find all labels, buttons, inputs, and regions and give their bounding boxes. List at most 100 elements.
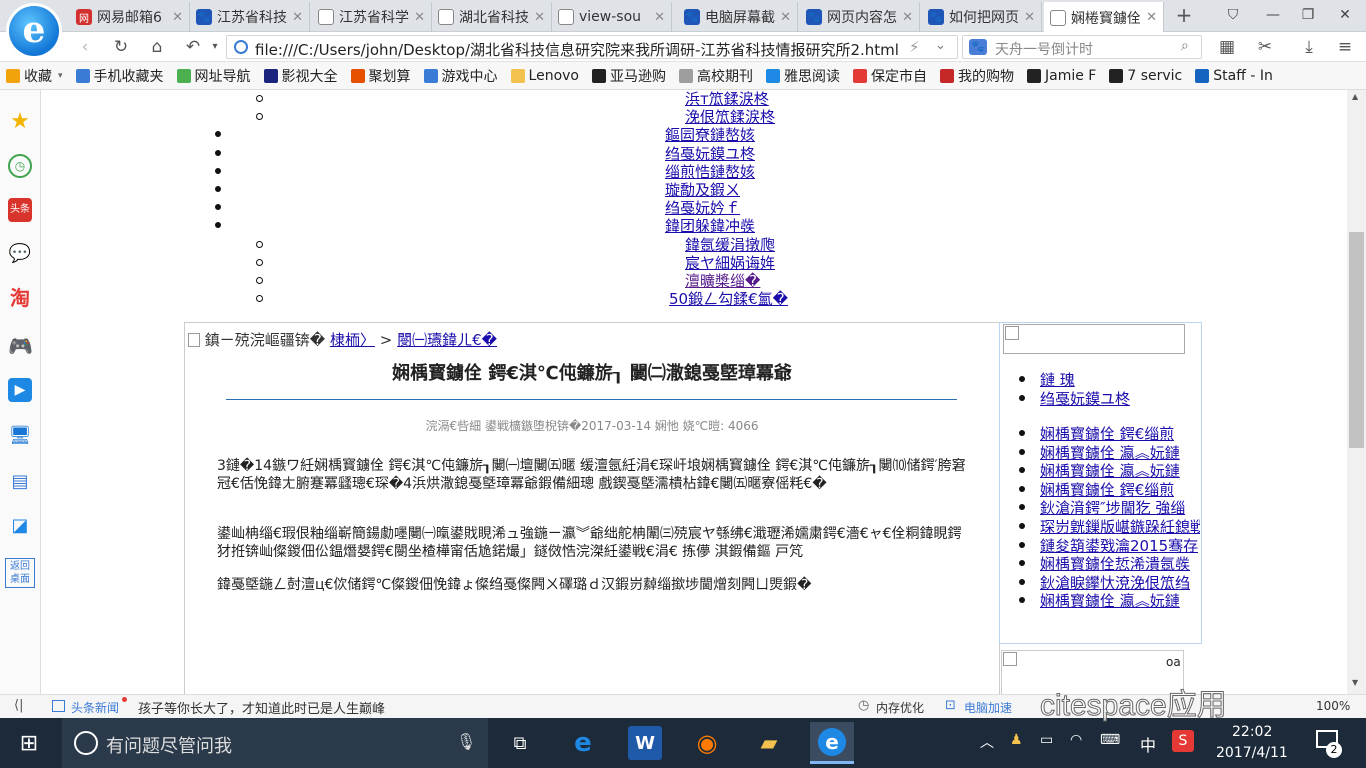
back-to-desktop-button[interactable]: 返回桌面	[5, 558, 35, 588]
file-explorer-icon[interactable]: ▰	[752, 726, 786, 760]
sidebar-link[interactable]: 娴楀寳鐪佺 瀛︽妧鏈	[1040, 590, 1180, 611]
tray-user-icon[interactable]: ♟	[1010, 732, 1023, 748]
taobao-icon[interactable]: 淘	[8, 286, 32, 310]
search-icon[interactable]: ⌕	[1181, 38, 1189, 54]
tab-1[interactable]: 网网易邮箱6 ✕	[70, 2, 190, 32]
tab-close-icon[interactable]: ✕	[902, 10, 913, 25]
zoom-level[interactable]: 100%	[1316, 699, 1350, 713]
keyboard-icon[interactable]: ⌨	[1100, 732, 1120, 748]
tab-title[interactable]: 网易邮箱6	[97, 7, 169, 27]
tab-close-icon[interactable]: ✕	[172, 10, 183, 25]
tab-title[interactable]: 网页内容怎	[827, 7, 899, 27]
new-tab-button[interactable]: +	[1172, 4, 1196, 28]
ime-indicator[interactable]: 中	[1140, 732, 1156, 756]
minimize-button[interactable]: —	[1258, 4, 1288, 26]
bookmark-label[interactable]: 我的购物	[958, 66, 1014, 86]
browser-taskbar-button[interactable]: e	[810, 722, 854, 764]
bookmark-item[interactable]: Staff - In	[1195, 68, 1273, 84]
tab-4[interactable]: 湖北省科技 ✕	[432, 2, 552, 32]
tab-close-icon[interactable]: ✕	[780, 10, 791, 25]
tab-3[interactable]: 江苏省科学 ✕	[312, 2, 432, 32]
bookmark-item[interactable]: 网址导航	[176, 66, 251, 86]
word-icon[interactable]: W	[628, 726, 662, 760]
bookmark-label[interactable]: 聚划算	[369, 66, 411, 86]
bookmark-label[interactable]: 网址导航	[195, 66, 251, 86]
scrollbar-thumb[interactable]	[1349, 232, 1364, 448]
bookmark-label[interactable]: 亚马逊购	[610, 66, 666, 86]
tab-9[interactable]: 娴棬寳鐪佺 ✕	[1044, 2, 1164, 33]
refresh-button[interactable]: ↻	[110, 36, 132, 58]
calculator-icon[interactable]: ▤	[8, 470, 32, 494]
sidebar-link[interactable]: 绉戞妧鏌ユ柊	[1040, 388, 1130, 409]
bookmark-label[interactable]: 7 servic	[1127, 68, 1182, 84]
tab-title[interactable]: view-sou	[579, 9, 651, 25]
news-label[interactable]: 头条新闻	[71, 699, 119, 716]
tab-close-icon[interactable]: ✕	[414, 10, 425, 25]
bookmark-label[interactable]: 游戏中心	[442, 66, 498, 86]
breadcrumb-section-link[interactable]: 閿㈠瓙鍏ㄦ€�	[397, 331, 497, 349]
cut-icon[interactable]: ✂	[1254, 36, 1276, 58]
computer-icon[interactable]: 🖥	[8, 424, 32, 448]
home-button[interactable]: ⌂	[146, 36, 168, 58]
video-film-icon[interactable]: ▶	[8, 378, 32, 402]
bookmark-item[interactable]: 雅思阅读	[766, 66, 840, 86]
battery-icon[interactable]: ▭	[1040, 732, 1053, 748]
bookmark-item[interactable]: 收藏 ▾	[6, 66, 63, 86]
address-bar[interactable]: file:///C:/Users/john/Desktop/湖北省科技信息研究院…	[226, 35, 958, 59]
bookmark-label[interactable]: 高校期刊	[697, 66, 753, 86]
firefox-icon[interactable]: ◉	[690, 726, 724, 760]
news-ticker-text[interactable]: 孩子等你长大了，才知道此时已是人生巅峰	[138, 698, 385, 717]
clock-time[interactable]: 22:02	[1232, 724, 1272, 740]
bookmark-item[interactable]: 游戏中心	[423, 66, 498, 86]
bookmark-label[interactable]: 手机收藏夹	[94, 66, 164, 86]
tab-6[interactable]: 🐾 电脑屏幕截 ✕	[678, 2, 798, 32]
bookmark-item[interactable]: Jamie F	[1027, 68, 1096, 84]
bookmark-label[interactable]: 保定市自	[871, 66, 927, 86]
speedup-label[interactable]: 电脑加速	[964, 699, 1012, 716]
tab-title[interactable]: 电脑屏幕截	[705, 7, 777, 27]
status-left-arrow-icon[interactable]: ⟨|	[14, 698, 23, 713]
lightning-icon[interactable]: ⚡	[909, 38, 920, 56]
tab-close-icon[interactable]: ✕	[534, 10, 545, 25]
bookmark-item[interactable]: 7 servic	[1109, 68, 1182, 84]
news-headline-icon[interactable]: 头条	[8, 198, 32, 222]
history-clock-icon[interactable]: ◷	[8, 154, 32, 178]
tab-7[interactable]: 🐾 网页内容怎 ✕	[800, 2, 920, 32]
address-url[interactable]: file:///C:/Users/john/Desktop/湖北省科技信息研究院…	[255, 39, 899, 60]
sogou-ime-icon[interactable]: S	[1172, 730, 1194, 752]
search-engine-icon[interactable]: 🐾	[969, 39, 987, 55]
breadcrumb-home-link[interactable]: 棣栭〉	[330, 331, 375, 349]
bookmark-label[interactable]: 影视大全	[282, 66, 338, 86]
clean-tool-icon[interactable]: ◪	[8, 514, 32, 538]
vertical-scrollbar[interactable]: ▲ ▼	[1347, 90, 1366, 694]
bookmark-dropdown-icon[interactable]: ▾	[58, 71, 63, 81]
cortana-placeholder[interactable]: 有问题尽管问我	[106, 732, 232, 758]
bookmark-label[interactable]: Lenovo	[529, 68, 579, 84]
apps-grid-icon[interactable]: ▦	[1216, 36, 1238, 58]
tab-close-icon[interactable]: ✕	[654, 10, 665, 25]
close-window-button[interactable]: ✕	[1330, 4, 1360, 26]
edge-icon[interactable]: e	[566, 726, 600, 760]
tab-5[interactable]: view-sou ✕	[552, 2, 672, 32]
address-dropdown-icon[interactable]: ⌄	[935, 38, 946, 53]
memory-optimize-label[interactable]: 内存优化	[876, 699, 924, 716]
bookmark-label[interactable]: Jamie F	[1045, 68, 1096, 84]
bookmark-item[interactable]: 影视大全	[263, 66, 338, 86]
nav-link[interactable]: 50鍛ㄥ勾鍒€氳�	[669, 288, 788, 309]
tab-close-icon[interactable]: ✕	[1024, 10, 1035, 25]
windows-start-icon[interactable]: ⊞	[12, 726, 46, 760]
cortana-search-box[interactable]: 有问题尽管问我 🎙	[62, 718, 488, 768]
menu-icon[interactable]: ≡	[1334, 36, 1356, 58]
tab-8[interactable]: 🐾 如何把网页 ✕	[922, 2, 1042, 32]
bookmark-item[interactable]: 聚划算	[350, 66, 411, 86]
tab-title[interactable]: 江苏省科技	[217, 7, 289, 27]
tab-title[interactable]: 如何把网页	[949, 7, 1021, 27]
download-icon[interactable]: ⤓	[1298, 36, 1320, 58]
maximize-button[interactable]: ❐	[1293, 4, 1323, 26]
bookmark-item[interactable]: Lenovo	[510, 68, 579, 84]
tab-close-icon[interactable]: ✕	[292, 10, 303, 25]
bookmark-item[interactable]: 手机收藏夹	[75, 66, 164, 86]
undo-close-button[interactable]: ↶	[182, 36, 204, 58]
gamepad-icon[interactable]: 🎮	[8, 334, 33, 358]
microphone-icon[interactable]: 🎙	[456, 732, 476, 751]
